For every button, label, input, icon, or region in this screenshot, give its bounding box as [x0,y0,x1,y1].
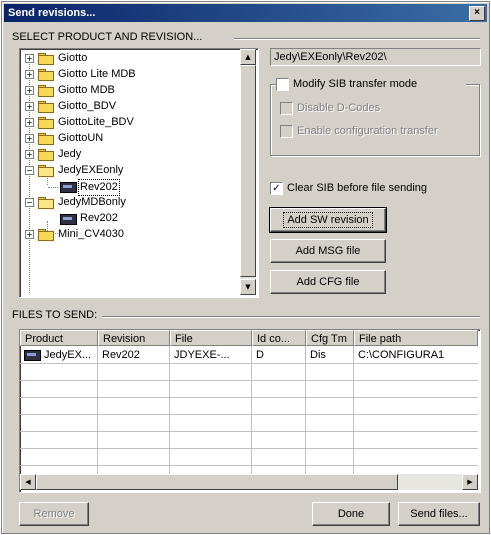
clear-sib-label: Clear SIB before file sending [287,182,428,194]
scroll-right-icon[interactable]: ▶ [462,474,478,490]
tree-item-jedymdbonly[interactable]: − JedyMDBonly [20,195,240,210]
send-files-button[interactable]: Send files... [398,502,480,526]
remove-button[interactable]: Remove [19,502,89,526]
cell-file-path: C:\CONFIGURA1 [358,349,445,361]
table-row[interactable]: JedyEX... Rev202 JDYEXE-... D Dis C:\CON… [20,347,478,363]
sib-options-group [270,84,480,156]
tree-item-label: JedyMDBonly [58,196,126,208]
tree-item-rev202-mdb[interactable]: Rev202 [20,211,240,226]
tree-item-label: GiottoUN [58,132,104,144]
folder-icon [38,117,54,129]
cell-product: JedyEX... [44,349,92,361]
folder-icon [38,69,54,81]
tree-item-giottoun[interactable]: + GiottoUN [20,131,240,146]
send-revisions-dialog: Send revisions... × SELECT PRODUCT AND R… [1,1,490,534]
tree-item-giotto-lite-mdb[interactable]: + Giotto Lite MDB [20,67,240,82]
tree-item-label: Mini_CV4030 [58,228,125,240]
cell-revision: Rev202 [102,349,140,361]
add-msg-file-button[interactable]: Add MSG file [270,239,386,263]
scroll-left-icon[interactable]: ◀ [20,474,36,490]
revision-icon [24,350,41,361]
done-button[interactable]: Done [312,502,390,526]
expand-icon[interactable]: + [25,86,34,95]
add-sw-revision-label: Add SW revision [283,212,373,228]
tree-item-giottolite-bdv[interactable]: + GiottoLite_BDV [20,115,240,130]
disable-dcodes-checkbox[interactable]: Disable D-Codes [280,100,470,116]
tree-item-label: Rev202 [80,212,118,224]
folder-icon [38,85,54,97]
column-header-cfg-tm[interactable]: Cfg Tm [306,330,354,346]
folder-icon [38,229,54,241]
collapse-icon[interactable]: − [25,166,34,175]
tree-item-label: Giotto_BDV [58,100,117,112]
folder-icon [38,53,54,65]
disable-dcodes-label: Disable D-Codes [297,102,381,114]
checkbox-box[interactable] [280,102,293,115]
cell-id-code: D [256,349,264,361]
window-title: Send revisions... [8,7,96,19]
cell-cfg-tm: Dis [310,349,326,361]
folder-icon [38,149,54,161]
enable-config-transfer-checkbox[interactable]: Enable configuration transfer [280,123,475,139]
files-table[interactable]: Product Revision File Id co... Cfg Tm Fi… [19,329,481,493]
column-header-id-code[interactable]: Id co... [252,330,306,346]
collapse-icon[interactable]: − [25,198,34,207]
files-group-divider [102,316,480,318]
tree-item-label: Giotto Lite MDB [58,68,136,80]
tree-item-label: JedyEXEonly [58,164,124,176]
expand-icon[interactable]: + [25,134,34,143]
add-sw-revision-button[interactable]: Add SW revision [269,207,387,233]
expand-icon[interactable]: + [25,102,34,111]
tree-scrollbar[interactable]: ▲ ▼ [240,49,256,295]
expand-icon[interactable]: + [25,70,34,79]
open-folder-icon [38,197,54,209]
tree-item-label: Rev202 [78,179,120,196]
tree-item-mini-cv4030[interactable]: + Mini_CV4030 [20,227,240,242]
folder-icon [38,133,54,145]
modify-sib-checkbox[interactable]: Modify SIB transfer mode [276,76,466,92]
tree-item-label: Giotto MDB [58,84,115,96]
scroll-thumb[interactable] [36,474,398,490]
tree-item-label: Jedy [58,148,82,160]
open-folder-icon [38,165,54,177]
enable-config-transfer-label: Enable configuration transfer [297,125,438,137]
checkbox-box[interactable] [276,78,289,91]
select-group-label: SELECT PRODUCT AND REVISION... [12,31,203,43]
expand-icon[interactable]: + [25,230,34,239]
expand-icon[interactable]: + [25,118,34,127]
tree-item-giotto-mdb[interactable]: + Giotto MDB [20,83,240,98]
cell-file: JDYEXE-... [174,349,230,361]
column-header-revision[interactable]: Revision [98,330,170,346]
tree-item-jedyexeonly[interactable]: − JedyEXEonly [20,163,240,178]
folder-icon [38,101,54,113]
tree-item-jedy[interactable]: + Jedy [20,147,240,162]
table-h-scrollbar[interactable]: ◀ ▶ [20,474,478,490]
clear-sib-checkbox[interactable]: ✓ Clear SIB before file sending [270,180,480,196]
tree-item-giotto-bdv[interactable]: + Giotto_BDV [20,99,240,114]
tree-item-label: Giotto [58,52,88,64]
add-cfg-file-button[interactable]: Add CFG file [270,270,386,294]
column-header-product[interactable]: Product [20,330,98,346]
path-field[interactable]: Jedy\EXEonly\Rev202\ [270,48,481,66]
select-group-divider [234,38,480,40]
expand-icon[interactable]: + [25,150,34,159]
check-icon[interactable]: ✓ [270,182,283,195]
column-header-file-path[interactable]: File path [354,330,478,346]
checkbox-box[interactable] [280,125,293,138]
scroll-down-icon[interactable]: ▼ [240,279,256,295]
scroll-up-icon[interactable]: ▲ [240,49,256,65]
scroll-thumb[interactable] [240,65,256,277]
modify-sib-label: Modify SIB transfer mode [293,78,418,90]
column-header-file[interactable]: File [170,330,252,346]
close-icon[interactable]: × [469,6,485,21]
tree-item-giotto[interactable]: + Giotto [20,51,240,66]
product-tree[interactable]: + Giotto + Giotto Lite MDB + Giotto MDB … [19,48,259,298]
tree-item-label: GiottoLite_BDV [58,116,134,128]
title-bar[interactable]: Send revisions... × [4,4,487,22]
revision-icon [60,182,77,193]
revision-icon [60,214,77,225]
tree-item-rev202-exe[interactable]: Rev202 [20,179,240,196]
files-group-label: FILES TO SEND: [12,309,98,321]
expand-icon[interactable]: + [25,54,34,63]
